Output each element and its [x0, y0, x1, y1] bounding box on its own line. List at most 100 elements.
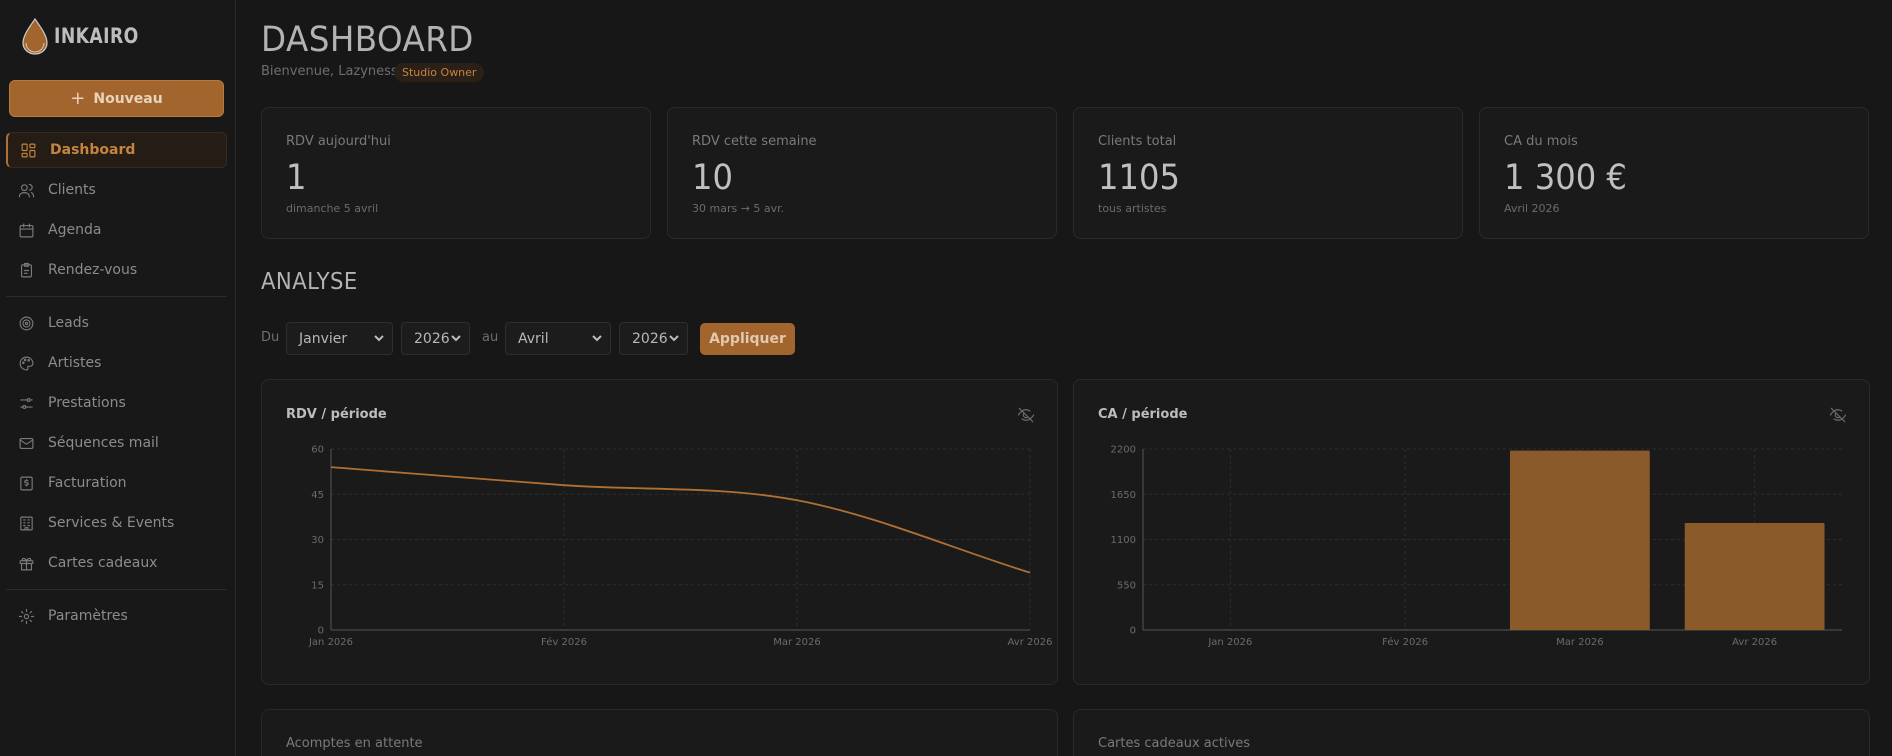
sliders-icon [17, 394, 35, 412]
card-label: Cartes cadeaux actives [1098, 736, 1251, 751]
y-tick-label: 1650 [1111, 490, 1136, 501]
stat-value: 1105 [1098, 158, 1180, 198]
sidebar-item-rendez-vous[interactable]: Rendez-vous [6, 252, 227, 288]
stat-label: RDV cette semaine [692, 134, 817, 149]
select-value: 2026 [632, 330, 668, 347]
x-tick-label: Fév 2026 [1382, 636, 1428, 648]
card-cartes-cadeaux: Cartes cadeaux actives [1073, 709, 1870, 756]
sidebar-divider [6, 589, 227, 590]
x-tick-label: Jan 2026 [1207, 637, 1252, 648]
x-tick-label: Mar 2026 [773, 637, 821, 648]
logo[interactable]: INKAIRO [20, 16, 157, 56]
sidebar-item-label: Rendez-vous [48, 262, 138, 278]
y-tick-label: 45 [311, 490, 324, 501]
sidebar: INKAIRO + Nouveau Dashboard Clients Agen… [0, 0, 236, 756]
y-tick-label: 30 [311, 535, 324, 546]
stat-value: 1 [286, 158, 307, 198]
y-tick-label: 0 [1130, 626, 1136, 637]
series-line [330, 466, 1031, 574]
chevron-down-icon [668, 332, 680, 344]
chevron-down-icon [591, 332, 603, 344]
bar [1509, 450, 1650, 630]
select-value: Janvier [299, 330, 348, 347]
y-tick-label: 60 [311, 445, 324, 456]
chart-card-ca: CA / période 0 550 1100 1650 2200 Jan 2026 Fév… [1073, 379, 1870, 685]
new-button[interactable]: + Nouveau [9, 80, 224, 117]
stat-label: CA du mois [1504, 134, 1578, 149]
sidebar-item-agenda[interactable]: Agenda [6, 212, 227, 248]
to-year-select[interactable]: 2026 [619, 322, 688, 355]
plus-icon: + [70, 87, 86, 109]
users-icon [17, 181, 35, 199]
section-title-analyse: ANALYSE [261, 269, 358, 295]
sidebar-item-facturation[interactable]: Facturation [6, 465, 227, 501]
y-tick-label: 1100 [1111, 535, 1136, 546]
sidebar-item-label: Artistes [48, 355, 102, 371]
sidebar-item-artistes[interactable]: Artistes [6, 345, 227, 381]
sidebar-item-label: Facturation [48, 475, 127, 491]
invoice-icon [17, 474, 35, 492]
sidebar-item-label: Dashboard [50, 142, 136, 158]
chevron-down-icon [373, 332, 385, 344]
welcome-text: Bienvenue, Lazyness [261, 64, 398, 79]
stat-subtext: dimanche 5 avril [286, 202, 379, 215]
from-month-select[interactable]: Janvier [286, 322, 393, 355]
y-tick-label: 15 [311, 580, 324, 591]
ca-bar-chart: 0 550 1100 1650 2200 Jan 2026 Fév 2026 Mar 2026… [1111, 445, 1842, 648]
mail-icon [17, 434, 35, 452]
sidebar-item-prestations[interactable]: Prestations [6, 385, 227, 421]
sidebar-item-cartes-cadeaux[interactable]: Cartes cadeaux [6, 545, 227, 581]
target-icon [17, 314, 35, 332]
stat-card-rdv-today: RDV aujourd'hui 1 dimanche 5 avril [261, 107, 651, 239]
from-label: Du [261, 330, 280, 345]
stat-value: 10 [692, 158, 733, 198]
x-tick-label: Jan 2026 [308, 637, 353, 648]
sidebar-item-label: Agenda [48, 222, 102, 238]
apply-button[interactable]: Appliquer [700, 323, 795, 355]
chart-card-rdv: RDV / période 0 15 30 45 60 Jan 2026 Fév 2026 M… [261, 379, 1058, 685]
y-tick-label: 550 [1117, 580, 1136, 591]
x-tick-label: Avr 2026 [1732, 637, 1777, 648]
x-tick-label: Fév 2026 [541, 636, 587, 648]
sidebar-item-label: Séquences mail [48, 435, 159, 451]
stat-label: Clients total [1098, 134, 1177, 149]
sidebar-item-label: Cartes cadeaux [48, 555, 158, 571]
sidebar-item-leads[interactable]: Leads [6, 305, 227, 341]
to-month-select[interactable]: Avril [505, 322, 611, 355]
select-value: Avril [518, 330, 549, 347]
clipboard-icon [17, 261, 35, 279]
gear-icon [17, 607, 35, 625]
from-year-select[interactable]: 2026 [401, 322, 470, 355]
stat-card-rdv-week: RDV cette semaine 10 30 mars → 5 avr. [667, 107, 1057, 239]
sidebar-item-dashboard[interactable]: Dashboard [6, 132, 227, 168]
sidebar-item-label: Paramètres [48, 608, 128, 624]
sidebar-divider [6, 296, 227, 297]
sidebar-item-label: Services & Events [48, 515, 175, 531]
card-label: Acomptes en attente [286, 736, 423, 751]
card-acomptes: Acomptes en attente [261, 709, 1058, 756]
sidebar-item-clients[interactable]: Clients [6, 172, 227, 208]
palette-icon [17, 354, 35, 372]
sidebar-item-label: Prestations [48, 395, 126, 411]
sidebar-item-label: Clients [48, 182, 96, 198]
stat-subtext: tous artistes [1098, 202, 1167, 215]
dashboard-icon [19, 141, 37, 159]
sidebar-item-services-events[interactable]: Services & Events [6, 505, 227, 541]
bar [1684, 523, 1825, 630]
rdv-line-chart: 0 15 30 45 60 Jan 2026 Fév 2026 Mar 2026 Avr 202… [308, 445, 1053, 649]
stat-card-clients-total: Clients total 1105 tous artistes [1073, 107, 1463, 239]
select-value: 2026 [414, 330, 450, 347]
new-button-label: Nouveau [93, 90, 163, 107]
to-label: au [482, 330, 499, 345]
sidebar-item-parametres[interactable]: Paramètres [6, 598, 227, 634]
calendar-icon [17, 221, 35, 239]
page-title: DASHBOARD [261, 20, 474, 60]
stat-label: RDV aujourd'hui [286, 134, 391, 149]
logo-drop-icon [22, 17, 48, 55]
role-badge: Studio Owner [394, 63, 485, 82]
x-tick-label: Avr 2026 [1008, 637, 1053, 648]
x-tick-label: Mar 2026 [1556, 637, 1604, 648]
building-icon [17, 514, 35, 532]
stat-card-ca-mois: CA du mois 1 300 € Avril 2026 [1479, 107, 1869, 239]
sidebar-item-sequences-mail[interactable]: Séquences mail [6, 425, 227, 461]
